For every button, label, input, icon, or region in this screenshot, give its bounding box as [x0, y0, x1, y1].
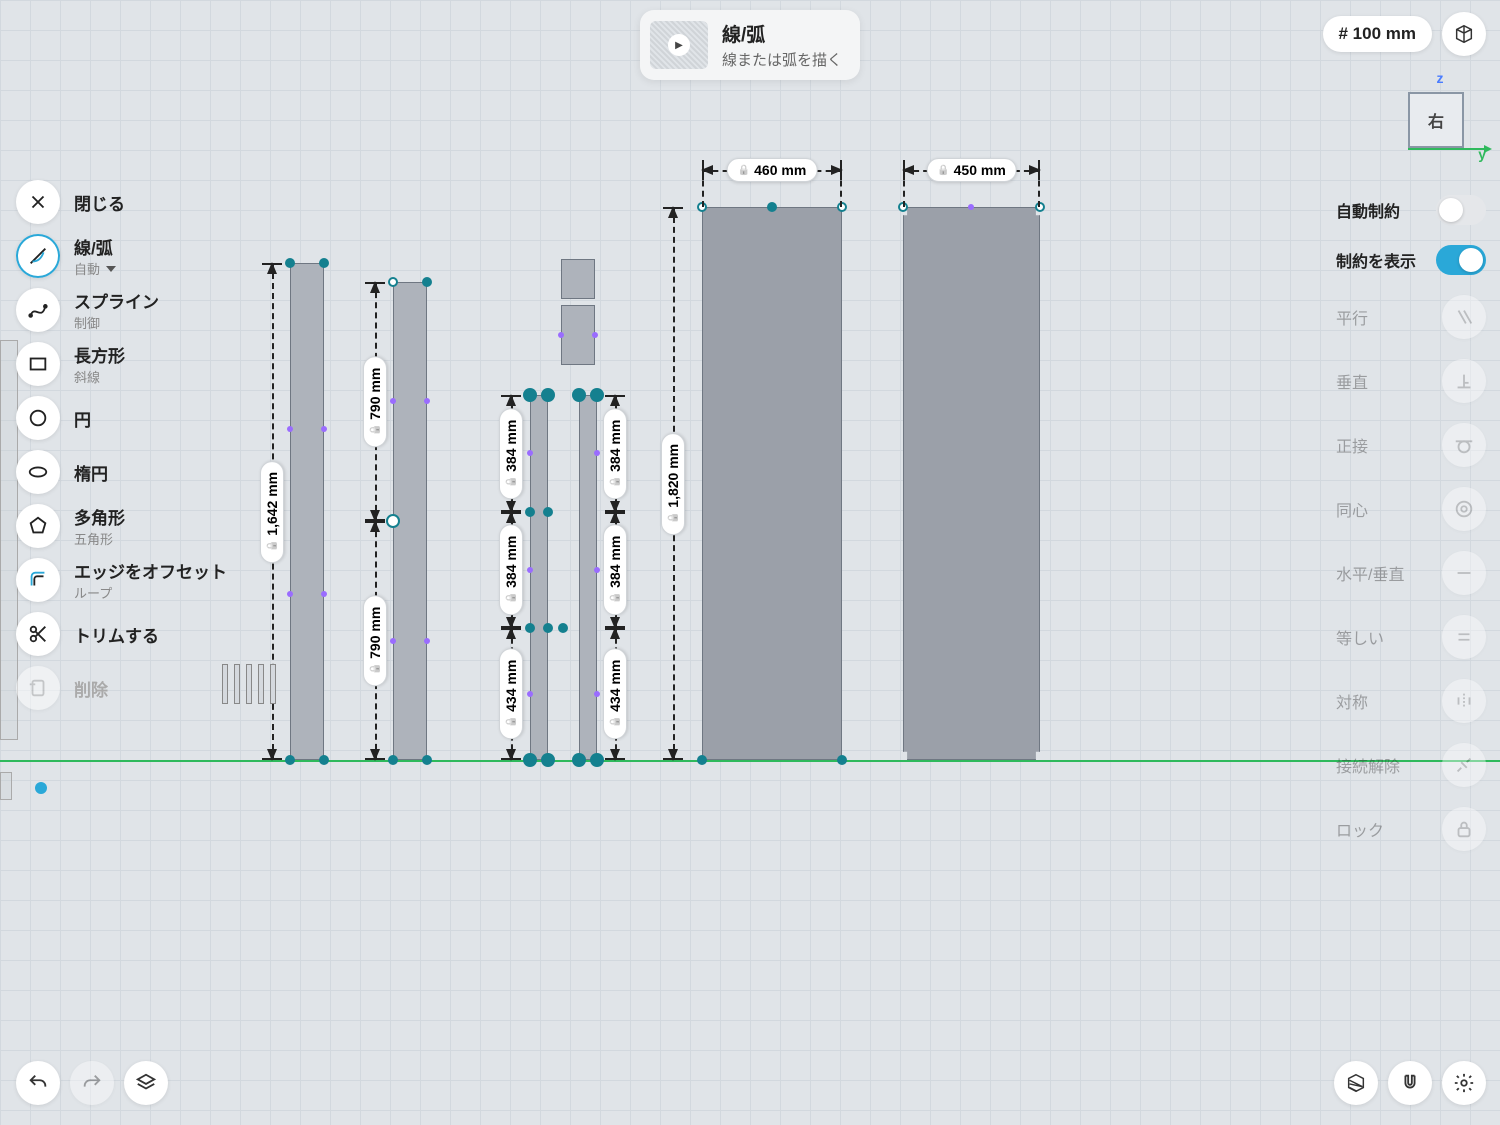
equal-icon — [1442, 615, 1486, 659]
sketch-node[interactable] — [697, 755, 707, 765]
sketch-tool-panel: 閉じる 線/弧自動 スプライン制御 長方形斜線 円 楕円 多角形五角形 エッジを… — [16, 180, 227, 710]
perpendicular-icon — [1442, 359, 1486, 403]
auto-constraint-toggle[interactable]: 自動制約 — [1336, 195, 1486, 225]
spline-tool[interactable]: スプライン制御 — [16, 288, 227, 332]
offset-edge-tool[interactable]: エッジをオフセットループ — [16, 558, 227, 602]
constraint-dot — [287, 591, 293, 597]
symmetric-icon — [1442, 679, 1486, 723]
constraint-dot — [321, 591, 327, 597]
sketch-node[interactable] — [558, 623, 568, 633]
dimension-1820[interactable]: 1,820 mm — [658, 207, 688, 760]
dimension-384c[interactable]: 384 mm — [600, 395, 630, 512]
sketch-midpoint[interactable] — [767, 202, 777, 212]
constraint-concentric[interactable]: 同心 — [1336, 487, 1486, 531]
constraint-dot — [424, 638, 430, 644]
constraints-panel: 自動制約 制約を表示 平行 垂直 正接 同心 水平/垂直 等しい 対称 接続解除… — [1336, 195, 1486, 851]
tangent-icon — [1442, 423, 1486, 467]
dimension-790a[interactable]: 790 mm — [360, 282, 390, 521]
sketch-node[interactable] — [543, 623, 553, 633]
disconnect-icon — [1442, 743, 1486, 787]
constraint-tangent[interactable]: 正接 — [1336, 423, 1486, 467]
sketch-shape[interactable] — [290, 263, 324, 760]
sketch-node[interactable] — [422, 277, 432, 287]
sketch-node[interactable] — [1035, 202, 1045, 212]
line-arc-tool[interactable]: 線/弧自動 — [16, 234, 227, 278]
sketch-node[interactable] — [541, 753, 555, 767]
toggle-switch[interactable] — [1436, 245, 1486, 275]
constraint-lock[interactable]: ロック — [1336, 807, 1486, 851]
constraint-dot — [390, 398, 396, 404]
constraint-hv[interactable]: 水平/垂直 — [1336, 551, 1486, 595]
constraint-dot — [558, 332, 564, 338]
constraint-parallel[interactable]: 平行 — [1336, 295, 1486, 339]
sketch-shape[interactable] — [702, 207, 842, 760]
sketch-shape[interactable] — [903, 207, 1040, 760]
dimension-384b[interactable]: 384 mm — [496, 512, 526, 628]
rectangle-tool[interactable]: 長方形斜線 — [16, 342, 227, 386]
sketch-shape[interactable] — [561, 259, 595, 299]
dimension-450[interactable]: 450 mm — [903, 160, 1040, 180]
sketch-node[interactable] — [837, 202, 847, 212]
sketch-node[interactable] — [319, 258, 329, 268]
polygon-tool[interactable]: 多角形五角形 — [16, 504, 227, 548]
trim-tool[interactable]: トリムする — [16, 612, 227, 656]
constraint-dot — [592, 332, 598, 338]
dimension-384d[interactable]: 384 mm — [600, 512, 630, 628]
dimension-434b[interactable]: 434 mm — [600, 628, 630, 760]
dimension-460[interactable]: 460 mm — [702, 160, 842, 180]
dimension-384a[interactable]: 384 mm — [496, 395, 526, 512]
hv-icon — [1442, 551, 1486, 595]
lock-icon — [1442, 807, 1486, 851]
parallel-icon — [1442, 295, 1486, 339]
sketch-node[interactable] — [541, 388, 555, 402]
sketch-shape[interactable] — [530, 395, 548, 760]
sketch-node[interactable] — [319, 755, 329, 765]
constraint-symmetric[interactable]: 対称 — [1336, 679, 1486, 723]
circle-tool[interactable]: 円 — [16, 396, 227, 440]
constraint-dot — [321, 426, 327, 432]
constraint-dot — [424, 398, 430, 404]
sketch-node[interactable] — [525, 623, 535, 633]
sketch-node[interactable] — [525, 507, 535, 517]
constraint-perpendicular[interactable]: 垂直 — [1336, 359, 1486, 403]
constraint-disconnect[interactable]: 接続解除 — [1336, 743, 1486, 787]
constraint-dot — [390, 638, 396, 644]
constraint-equal[interactable]: 等しい — [1336, 615, 1486, 659]
sketch-shape[interactable] — [561, 305, 595, 365]
close-button[interactable]: 閉じる — [16, 180, 227, 224]
sketch-node[interactable] — [837, 755, 847, 765]
constraint-dot — [527, 567, 533, 573]
constraint-dot — [287, 426, 293, 432]
concentric-icon — [1442, 487, 1486, 531]
delete-tool: 削除 — [16, 666, 227, 710]
constraint-dot — [527, 691, 533, 697]
sketch-node[interactable] — [572, 753, 586, 767]
dimension-434a[interactable]: 434 mm — [496, 628, 526, 760]
small-shapes[interactable] — [222, 664, 276, 704]
sketch-node[interactable] — [543, 507, 553, 517]
show-constraint-toggle[interactable]: 制約を表示 — [1336, 245, 1486, 275]
constraint-dot — [968, 204, 974, 210]
dimension-790b[interactable]: 790 mm — [360, 521, 390, 760]
constraint-dot — [527, 450, 533, 456]
ellipse-tool[interactable]: 楕円 — [16, 450, 227, 494]
sketch-node[interactable] — [422, 755, 432, 765]
toggle-switch[interactable] — [1436, 195, 1486, 225]
sketch-node[interactable] — [572, 388, 586, 402]
